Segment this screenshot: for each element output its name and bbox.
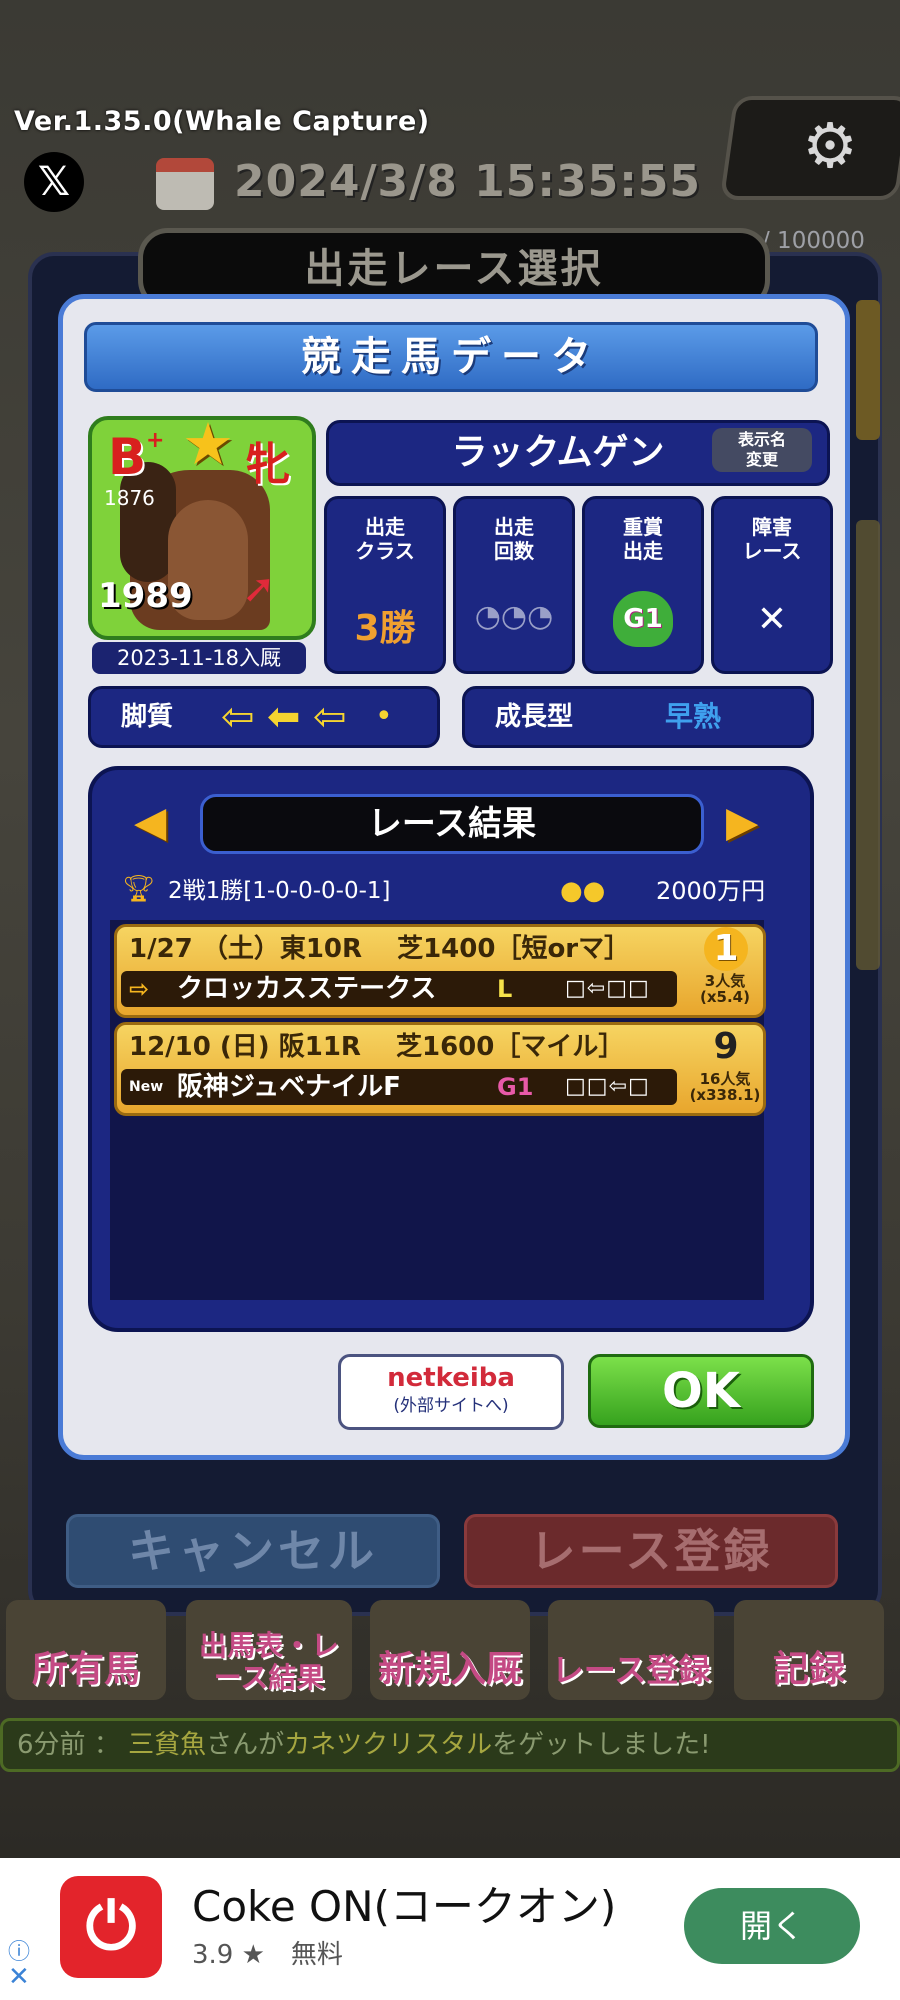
gear-icon[interactable]: ⚙ bbox=[790, 106, 870, 186]
stat-label: 重賞 bbox=[623, 515, 663, 539]
laurel-icon: G1 bbox=[613, 591, 673, 647]
stat-label: 出走 bbox=[365, 515, 405, 539]
stat-label: 出走 bbox=[494, 515, 534, 539]
ad-title[interactable]: Coke ON(コークオン) bbox=[192, 1880, 616, 1934]
star-icon: ★ bbox=[182, 410, 234, 478]
news-ticker: 6分前 ： 三貧魚さんがカネツクリスタルをゲットしました! bbox=[0, 1718, 900, 1772]
power-icon[interactable]: ⏻ bbox=[60, 1876, 162, 1978]
side-decoration bbox=[856, 520, 880, 970]
ticker-text: をゲットしました! bbox=[492, 1730, 711, 1760]
rename-button[interactable]: 表示名 変更 bbox=[712, 428, 812, 472]
race-info: 1/27 （土）東10R 芝1400［短orマ］ bbox=[129, 934, 631, 964]
nav-new-horse[interactable]: 新規入厩 bbox=[370, 1600, 530, 1700]
finish-rank: 1 bbox=[704, 927, 748, 971]
ticker-text: さんが bbox=[206, 1730, 285, 1760]
horse-grade-plus: + bbox=[146, 428, 165, 453]
stat-label: 出走 bbox=[623, 539, 663, 563]
horse-sex: 牝 bbox=[246, 439, 290, 490]
race-name-bar: ⇨ クロッカスステークス L □⇦□□ bbox=[121, 971, 677, 1007]
stat-graded: 重賞 出走 G1 bbox=[582, 496, 704, 674]
race-grade: G1 bbox=[497, 1073, 534, 1101]
join-date: 2023-11-18入厩 bbox=[92, 642, 306, 674]
version-label: Ver.1.35.0(Whale Capture) bbox=[14, 106, 430, 137]
growth-type-value: 早熟 bbox=[665, 700, 722, 733]
popularity: 3人気 bbox=[704, 972, 746, 990]
position-boxes: □□⇦□ bbox=[565, 1074, 650, 1099]
game-datetime: 2024/3/8 15:35:55 bbox=[234, 156, 702, 207]
stat-label: クラス bbox=[355, 539, 415, 563]
position-boxes: □⇦□□ bbox=[565, 976, 650, 1001]
ticker-item: カネツクリスタル bbox=[284, 1730, 493, 1760]
popularity: 16人気 bbox=[699, 1070, 751, 1088]
horse-id-small: 1876 bbox=[104, 486, 155, 510]
cross-icon: ✕ bbox=[756, 599, 788, 640]
race-grade: L bbox=[497, 975, 513, 1003]
stat-steeplechase: 障害 レース ✕ bbox=[711, 496, 833, 674]
close-icon[interactable]: ✕ bbox=[8, 1962, 30, 1992]
finish-rank: 9 bbox=[713, 1026, 739, 1067]
arrow-right-icon[interactable]: ▶ bbox=[726, 794, 758, 850]
running-style: 脚質 ⇦ ⬅ ⇦ • bbox=[88, 686, 440, 748]
side-decoration bbox=[856, 300, 880, 440]
stat-label: レース bbox=[742, 539, 802, 563]
ticker-sep: ： bbox=[93, 1730, 120, 1760]
race-name: クロッカスステークス bbox=[177, 974, 437, 1004]
horse-id-large: 1989 bbox=[98, 576, 193, 616]
ad-rating: 3.9 ★ 無料 bbox=[192, 1940, 343, 1970]
odds: (x5.4) bbox=[700, 988, 750, 1006]
trophy-rank-icon: 1 bbox=[693, 927, 759, 971]
ok-button[interactable]: OK bbox=[588, 1354, 814, 1428]
rename-label: 変更 bbox=[745, 450, 778, 469]
horseshoe-icon: ◔◔◔ bbox=[474, 599, 554, 634]
ad-open-button[interactable]: 開く bbox=[684, 1888, 860, 1964]
dot-icon: • bbox=[375, 699, 393, 734]
trophy-icon: 🏆︎ bbox=[122, 874, 156, 904]
stat-class: 出走 クラス 3勝 bbox=[324, 496, 446, 674]
arrow-left-filled-icon: ⬅ bbox=[267, 694, 301, 740]
arrow-left-outline-icon: ⇦ bbox=[313, 694, 347, 740]
card-title: 競走馬データ bbox=[84, 322, 818, 392]
growth-type: 成長型 早熟 bbox=[462, 686, 814, 748]
stat-value: 3勝 bbox=[354, 608, 416, 649]
horse-name-text: ラックムゲン bbox=[451, 432, 665, 473]
race-name: 阪神ジュベナイルF bbox=[177, 1072, 401, 1102]
race-result-row[interactable]: 1/27 （土）東10R 芝1400［短orマ］ ⇨ クロッカスステークス L … bbox=[114, 924, 766, 1018]
calendar-icon bbox=[156, 158, 214, 210]
arrow-left-outline-icon: ⇦ bbox=[221, 694, 255, 740]
horse-grade: B bbox=[108, 428, 147, 486]
results-title: レース結果 bbox=[200, 794, 704, 854]
running-style-label: 脚質 bbox=[121, 702, 174, 732]
nav-records[interactable]: 記録 bbox=[734, 1600, 884, 1700]
nav-race-card[interactable]: 出馬表・レース結果 bbox=[186, 1600, 352, 1700]
race-record: 2戦1勝[1-0-0-0-0-1] bbox=[168, 878, 391, 904]
ticker-user: 三貧魚 bbox=[128, 1730, 207, 1760]
nav-race-register[interactable]: レース登録 bbox=[548, 1600, 714, 1700]
ticker-time: 6分前 bbox=[17, 1730, 86, 1760]
netkeiba-sub-label: (外部サイトへ) bbox=[393, 1396, 509, 1416]
arrow-right-icon: ⇨ bbox=[129, 975, 150, 1003]
nav-owned-horses[interactable]: 所有馬 bbox=[6, 1600, 166, 1700]
stat-value: G1 bbox=[623, 604, 663, 634]
growth-type-label: 成長型 bbox=[495, 702, 574, 732]
race-name-bar: New 阪神ジュベナイルF G1 □□⇦□ bbox=[121, 1069, 677, 1105]
prize-money: 2000万円 bbox=[656, 877, 766, 905]
rename-label: 表示名 bbox=[737, 430, 786, 449]
stat-label: 回数 bbox=[494, 539, 534, 563]
bottom-nav: 所有馬 出馬表・レース結果 新規入厩 レース登録 記録 bbox=[0, 1600, 900, 1710]
new-badge: New bbox=[129, 1079, 164, 1095]
stat-label: 障害 bbox=[752, 515, 792, 539]
arrow-left-icon[interactable]: ◀ bbox=[134, 794, 166, 850]
arrow-up-right-icon: ➚ bbox=[242, 566, 276, 612]
x-logo-icon[interactable]: 𝕏 bbox=[24, 152, 84, 212]
race-info: 12/10 (日) 阪11R 芝1600［マイル］ bbox=[129, 1032, 625, 1062]
netkeiba-label: netkeiba bbox=[387, 1363, 515, 1393]
odds: (x338.1) bbox=[689, 1086, 761, 1104]
race-result-row[interactable]: 12/10 (日) 阪11R 芝1600［マイル］ New 阪神ジュベナイルF … bbox=[114, 1022, 766, 1116]
netkeiba-button[interactable]: netkeiba (外部サイトへ) bbox=[338, 1354, 564, 1430]
stat-starts: 出走 回数 ◔◔◔ bbox=[453, 496, 575, 674]
cancel-button[interactable]: キャンセル bbox=[66, 1514, 440, 1588]
counter-label: / 100000 bbox=[762, 228, 865, 254]
race-register-button[interactable]: レース登録 bbox=[464, 1514, 838, 1588]
coins-icon: ●● bbox=[560, 876, 606, 906]
